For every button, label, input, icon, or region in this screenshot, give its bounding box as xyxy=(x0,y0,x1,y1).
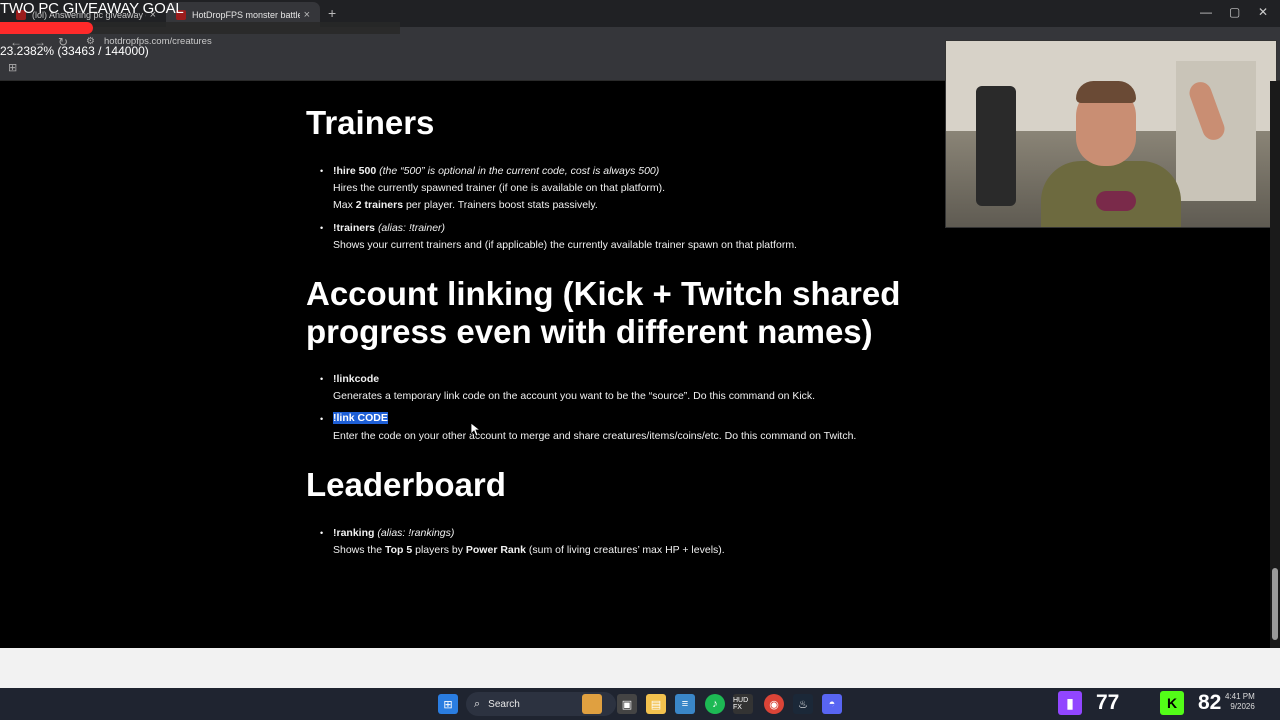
command-desc: Hires the currently spawned trainer (if … xyxy=(333,182,666,194)
heading-account-linking-line2: progress even with different names) xyxy=(306,313,873,350)
command-desc: Shows your current trainers and (if appl… xyxy=(333,239,797,251)
desc-bold: Power Rank xyxy=(465,544,526,556)
spotify-icon[interactable]: ♪ xyxy=(705,694,725,714)
page-scrollbar[interactable] xyxy=(1270,81,1280,648)
tab-close-icon[interactable]: × xyxy=(304,9,310,21)
kick-count: 82 xyxy=(1198,691,1222,714)
heading-account-linking-line1: Account linking (Kick + Twitch shared xyxy=(306,275,901,312)
giveaway-goal-fill xyxy=(0,22,93,34)
tab-label: HotDropFPS monster battle sty… xyxy=(192,9,300,20)
heading-leaderboard: Leaderboard xyxy=(306,466,506,503)
twitch-icon: ▮ xyxy=(1058,691,1082,715)
command-name: !trainers xyxy=(333,222,376,234)
hudfx-icon[interactable]: HUD FX xyxy=(733,694,753,714)
desc-part: Max xyxy=(333,199,356,211)
new-tab-button[interactable]: + xyxy=(328,5,336,21)
bullet-icon: • xyxy=(320,166,324,176)
webcam-phone xyxy=(976,86,1016,206)
screen: (lol) Answering pc giveaway q… × HotDrop… xyxy=(0,0,1280,720)
twitch-viewer-count: ▮ 77 xyxy=(1058,686,1119,720)
command-note: (alias: !rankings) xyxy=(377,527,455,539)
search-icon: ⌕ xyxy=(474,697,481,710)
clock-time: 4:41 PM xyxy=(1225,692,1255,701)
bullet-icon: • xyxy=(320,374,324,384)
command-note: (alias: !trainer) xyxy=(377,222,446,234)
desc-part: players by xyxy=(412,544,466,556)
kick-viewer-count: K 82 xyxy=(1160,686,1221,720)
command-hire: !hire 500 (the “500” is optional in the … xyxy=(333,163,659,180)
command-trainers: !trainers (alias: !trainer) xyxy=(333,220,445,237)
close-window-button[interactable]: ✕ xyxy=(1258,5,1268,19)
desc-bold: Top 5 xyxy=(384,544,413,556)
bullet-icon: • xyxy=(320,414,324,424)
desc-part: (sum of living creatures’ max HP + level… xyxy=(526,544,725,556)
command-desc: Shows the Top 5 players by Power Rank (s… xyxy=(333,542,725,559)
apps-grid-icon[interactable]: ⊞ xyxy=(8,61,17,74)
discord-icon[interactable]: ◓ xyxy=(822,694,842,714)
bullet-icon: • xyxy=(320,223,324,233)
command-desc: Max 2 trainers per player. Trainers boos… xyxy=(333,197,598,214)
minimize-button[interactable]: — xyxy=(1200,5,1212,19)
twitch-count: 77 xyxy=(1096,691,1120,714)
task-view-icon[interactable]: ▣ xyxy=(617,694,637,714)
bullet-icon: • xyxy=(320,528,324,538)
command-desc: Enter the code on your other account to … xyxy=(333,430,857,442)
command-ranking: !ranking (alias: !rankings) xyxy=(333,525,454,542)
widget-icon[interactable] xyxy=(582,694,602,714)
clock-date: 9/2026 xyxy=(1230,702,1255,711)
command-name: !hire 500 xyxy=(333,165,377,177)
maximize-button[interactable]: ▢ xyxy=(1229,5,1240,19)
file-explorer-icon[interactable]: ▤ xyxy=(646,694,666,714)
webcam-hair xyxy=(1076,81,1136,103)
webcam-shirt-logo xyxy=(1096,191,1136,211)
steam-icon[interactable]: ♨ xyxy=(793,694,813,714)
giveaway-goal-progress: 23.2382% (33463 / 144000) xyxy=(0,44,149,58)
webcam-overlay xyxy=(945,40,1277,228)
mouse-cursor-icon xyxy=(470,422,482,442)
command-note: (the “500” is optional in the current co… xyxy=(379,165,660,177)
chrome-icon[interactable]: ◉ xyxy=(764,694,784,714)
search-label: Search xyxy=(488,698,520,710)
command-desc: Generates a temporary link code on the a… xyxy=(333,390,816,402)
heading-trainers: Trainers xyxy=(306,104,435,141)
command-linkcode: !linkcode xyxy=(333,371,379,388)
notepad-icon[interactable]: ≡ xyxy=(675,694,695,714)
command-name: !ranking xyxy=(333,527,375,539)
selected-text[interactable]: !link CODE xyxy=(333,412,388,424)
kick-icon: K xyxy=(1160,691,1184,715)
start-windows-icon[interactable]: ⊞ xyxy=(438,694,458,714)
desc-part: per player. Trainers boost stats passive… xyxy=(403,199,598,211)
taskbar-clock[interactable]: 4:41 PM 9/2026 xyxy=(1225,692,1255,712)
desc-bold: 2 trainers xyxy=(355,199,404,211)
giveaway-goal-bar xyxy=(0,22,400,34)
giveaway-goal-title: TWO PC GIVEAWAY GOAL xyxy=(0,0,184,17)
desc-part: Shows the xyxy=(333,544,385,556)
command-link: !link CODE xyxy=(333,410,388,427)
page-scrollbar-thumb[interactable] xyxy=(1272,568,1278,640)
command-name: !linkcode xyxy=(333,373,380,385)
page-footer xyxy=(0,648,1280,688)
